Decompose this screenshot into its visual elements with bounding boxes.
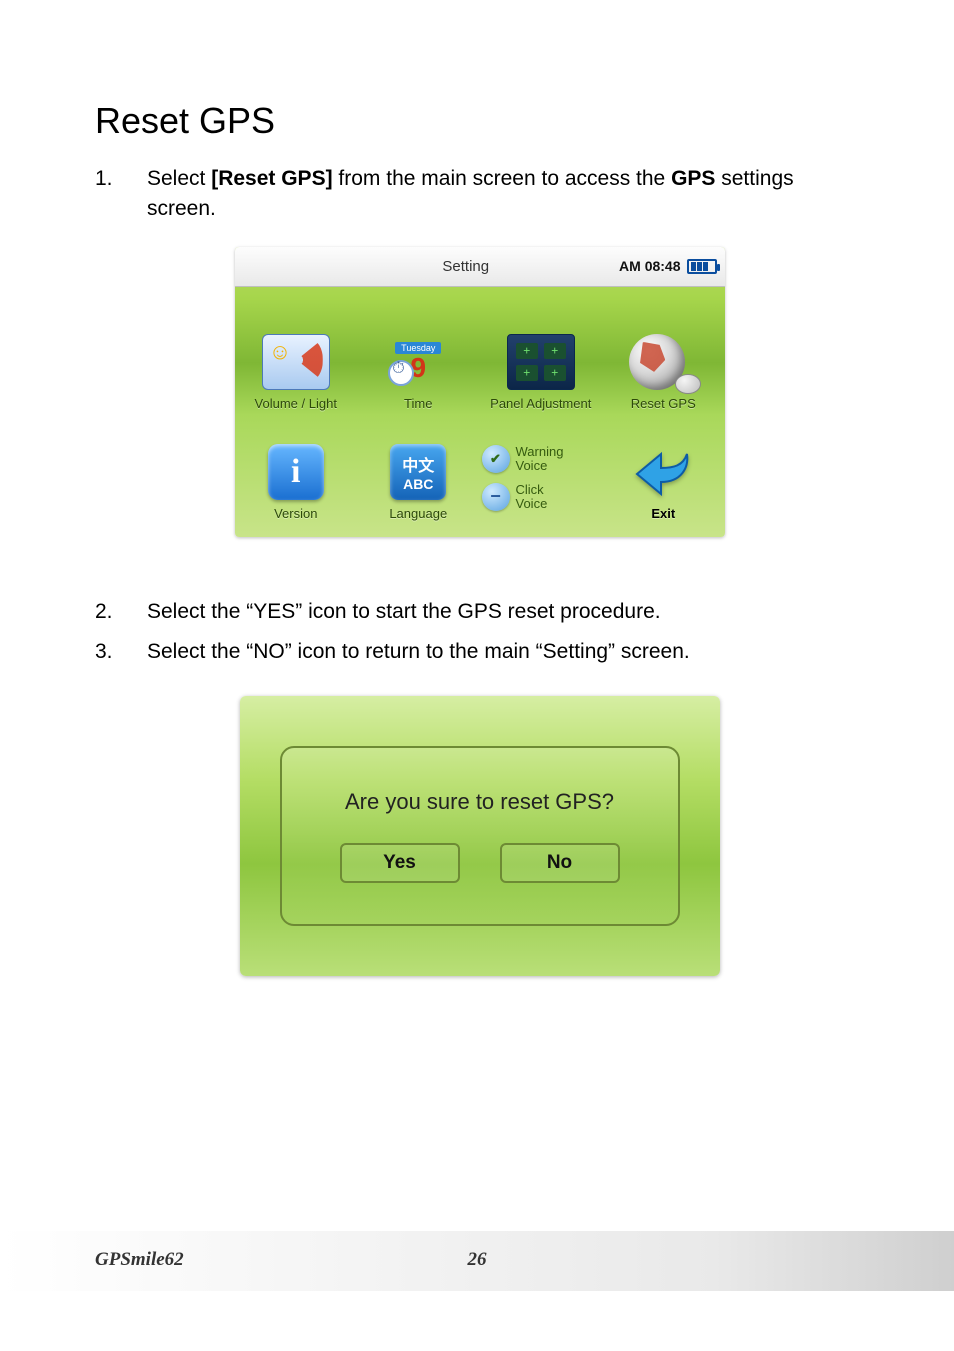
- step-3-text: Select the “NO” icon to return to the ma…: [147, 637, 864, 667]
- tile-volume-light[interactable]: Volume / Light: [235, 293, 358, 423]
- page-heading: Reset GPS: [95, 100, 864, 142]
- step-1-text: Select [Reset GPS] from the main screen …: [147, 164, 864, 225]
- click-voice-toggle[interactable]: Click Voice: [482, 483, 601, 511]
- top-bar: Setting AM 08:48: [235, 247, 725, 287]
- tile-volume-light-label: Volume / Light: [255, 396, 337, 411]
- step-3: 3. Select the “NO” icon to return to the…: [95, 637, 864, 667]
- click-voice-label: Click Voice: [516, 483, 548, 510]
- settings-screen: Setting AM 08:48 Volume / Light Tuesday …: [235, 247, 725, 537]
- info-icon: [268, 444, 324, 500]
- tile-exit-label: Exit: [651, 506, 675, 521]
- battery-icon: [687, 259, 717, 274]
- tile-version-label: Version: [274, 506, 317, 521]
- product-name: GPSmile62: [95, 1249, 184, 1271]
- page-footer: GPSmile62 26: [0, 1249, 954, 1271]
- tile-exit[interactable]: Exit: [602, 423, 725, 533]
- back-arrow-icon: [633, 448, 693, 500]
- clock-icon: [388, 360, 414, 386]
- step-3-number: 3.: [95, 637, 147, 667]
- tile-time-label: Time: [404, 396, 432, 411]
- language-icon: 中文 ABC: [390, 444, 446, 500]
- screen-title: Setting: [313, 258, 620, 275]
- confirm-dialog: Are you sure to reset GPS? Yes No: [280, 746, 680, 926]
- clock-text: AM 08:48: [619, 258, 680, 274]
- step-2-text: Select the “YES” icon to start the GPS r…: [147, 597, 864, 627]
- tile-panel-adjustment-label: Panel Adjustment: [490, 396, 591, 411]
- tile-language[interactable]: 中文 ABC Language: [357, 423, 480, 533]
- confirm-question: Are you sure to reset GPS?: [345, 789, 614, 815]
- page-number: 26: [468, 1249, 487, 1271]
- yes-button[interactable]: Yes: [340, 843, 460, 883]
- step-2: 2. Select the “YES” icon to start the GP…: [95, 597, 864, 627]
- minus-icon: [482, 483, 510, 511]
- tile-language-label: Language: [389, 506, 447, 521]
- tile-time[interactable]: Tuesday 9 Time: [357, 293, 480, 423]
- tile-reset-gps[interactable]: Reset GPS: [602, 293, 725, 423]
- warning-voice-label: Warning Voice: [516, 445, 564, 472]
- panel-adjustment-icon: [507, 334, 575, 390]
- no-button[interactable]: No: [500, 843, 620, 883]
- step-1-number: 1.: [95, 164, 147, 225]
- reset-gps-icon: [629, 334, 697, 390]
- step-2-number: 2.: [95, 597, 147, 627]
- confirm-screen: Are you sure to reset GPS? Yes No: [240, 696, 720, 976]
- check-icon: [482, 445, 510, 473]
- step-1: 1. Select [Reset GPS] from the main scre…: [95, 164, 864, 225]
- tile-reset-gps-label: Reset GPS: [631, 396, 696, 411]
- tile-panel-adjustment[interactable]: Panel Adjustment: [480, 293, 603, 423]
- time-icon: Tuesday 9: [384, 334, 452, 390]
- warning-voice-toggle[interactable]: Warning Voice: [482, 445, 601, 473]
- tile-version[interactable]: Version: [235, 423, 358, 533]
- volume-light-icon: [262, 334, 330, 390]
- voice-toggles: Warning Voice Click Voice: [480, 423, 603, 533]
